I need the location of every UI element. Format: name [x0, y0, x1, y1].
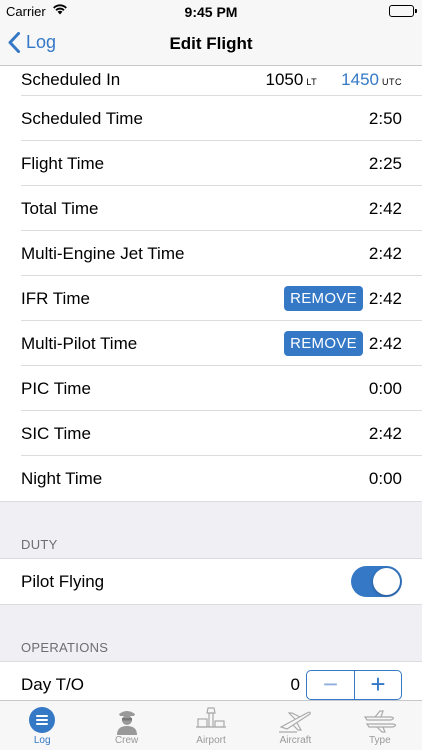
multi-engine-jet-time-row[interactable]: Multi-Engine Jet Time 2:42 [0, 231, 422, 276]
tab-airport[interactable]: Airport [169, 701, 253, 750]
multi-pilot-time-label: Multi-Pilot Time [21, 333, 138, 353]
duty-section-header: DUTY [0, 531, 422, 559]
page-title: Edit Flight [169, 34, 253, 53]
utc-unit-label: UTC [382, 77, 402, 87]
scheduled-in-values: 1050 LT 1450 UTC [266, 70, 403, 90]
pilot-icon [112, 705, 142, 735]
ifr-time-label: IFR Time [21, 288, 90, 308]
stepper-decrement-button[interactable]: − [307, 671, 354, 699]
day-takeoff-stepper[interactable]: − + [306, 669, 402, 700]
night-time-value: 0:00 [368, 468, 402, 488]
total-time-label: Total Time [21, 198, 99, 218]
pilot-flying-toggle[interactable] [351, 566, 402, 597]
ifr-time-value: 2:42 [368, 288, 402, 308]
total-time-value: 2:42 [368, 198, 402, 218]
total-time-row[interactable]: Total Time 2:42 [0, 186, 422, 231]
tab-airport-label: Airport [196, 735, 226, 746]
status-time: 9:45 PM [184, 4, 238, 20]
scheduled-time-value: 2:50 [368, 108, 402, 128]
tab-crew-label: Crew [114, 735, 139, 746]
multi-engine-jet-time-value: 2:42 [368, 243, 402, 263]
tab-aircraft-label: Aircraft [279, 735, 312, 746]
operations-section-header: OPERATIONS [0, 634, 422, 662]
ifr-time-remove-button[interactable]: REMOVE [284, 286, 363, 311]
day-takeoff-row: Day T/O 0 − + [0, 662, 422, 700]
night-time-row[interactable]: Night Time 0:00 [0, 456, 422, 501]
operations-group: Day T/O 0 − + [0, 662, 422, 700]
tab-crew[interactable]: Crew [84, 701, 168, 750]
flight-time-value: 2:25 [368, 153, 402, 173]
night-time-label: Night Time [21, 468, 103, 488]
pic-time-row[interactable]: PIC Time 0:00 [0, 366, 422, 411]
scheduled-in-row[interactable]: Scheduled In 1050 LT 1450 UTC [0, 66, 422, 96]
day-takeoff-control: 0 − + [290, 669, 402, 700]
scheduled-in-label: Scheduled In [21, 70, 121, 89]
pilot-flying-row: Pilot Flying [0, 559, 422, 604]
section-spacer [0, 501, 422, 531]
toggle-knob [373, 568, 400, 595]
day-takeoff-count: 0 [290, 674, 300, 694]
status-bar: Carrier 9:45 PM [0, 0, 422, 22]
scheduled-time-row[interactable]: Scheduled Time 2:50 [0, 96, 422, 141]
tab-type-label: Type [368, 735, 391, 746]
tab-log-label: Log [33, 735, 51, 746]
edit-flight-form[interactable]: Scheduled In 1050 LT 1450 UTC Scheduled … [0, 66, 422, 700]
scheduled-in-utc-value[interactable]: 1450 [341, 70, 379, 90]
duty-group: Pilot Flying [0, 559, 422, 604]
section-spacer [0, 604, 422, 634]
sic-time-value: 2:42 [368, 423, 402, 443]
stepper-increment-button[interactable]: + [354, 670, 401, 699]
airport-tower-icon [194, 705, 228, 735]
tab-aircraft[interactable]: Aircraft [253, 701, 337, 750]
sic-time-row[interactable]: SIC Time 2:42 [0, 411, 422, 456]
sic-time-label: SIC Time [21, 423, 91, 443]
times-group: Scheduled In 1050 LT 1450 UTC Scheduled … [0, 66, 422, 501]
day-takeoff-label: Day T/O [21, 674, 84, 694]
list-icon [28, 705, 56, 735]
lt-unit-label: LT [306, 77, 318, 87]
tab-bar: Log Crew Airport Aircraft Type [0, 700, 422, 750]
pic-time-label: PIC Time [21, 378, 91, 398]
flight-time-label: Flight Time [21, 153, 105, 173]
flight-time-row[interactable]: Flight Time 2:25 [0, 141, 422, 186]
pic-time-value: 0:00 [368, 378, 402, 398]
airplane-icon [277, 705, 313, 735]
navigation-bar: Log Edit Flight [0, 22, 422, 66]
ifr-time-row[interactable]: IFR Time REMOVE 2:42 [0, 276, 422, 321]
tab-type[interactable]: Type [338, 701, 422, 750]
tab-log[interactable]: Log [0, 701, 84, 750]
multi-pilot-time-remove-button[interactable]: REMOVE [284, 331, 363, 356]
multi-pilot-time-row[interactable]: Multi-Pilot Time REMOVE 2:42 [0, 321, 422, 366]
aircraft-types-icon [361, 705, 399, 735]
pilot-flying-label: Pilot Flying [21, 571, 105, 591]
scheduled-in-lt-value[interactable]: 1050 [266, 70, 304, 90]
multi-pilot-time-value: 2:42 [368, 333, 402, 353]
battery-icon [389, 5, 417, 17]
multi-engine-jet-time-label: Multi-Engine Jet Time [21, 243, 185, 263]
scheduled-time-label: Scheduled Time [21, 108, 143, 128]
